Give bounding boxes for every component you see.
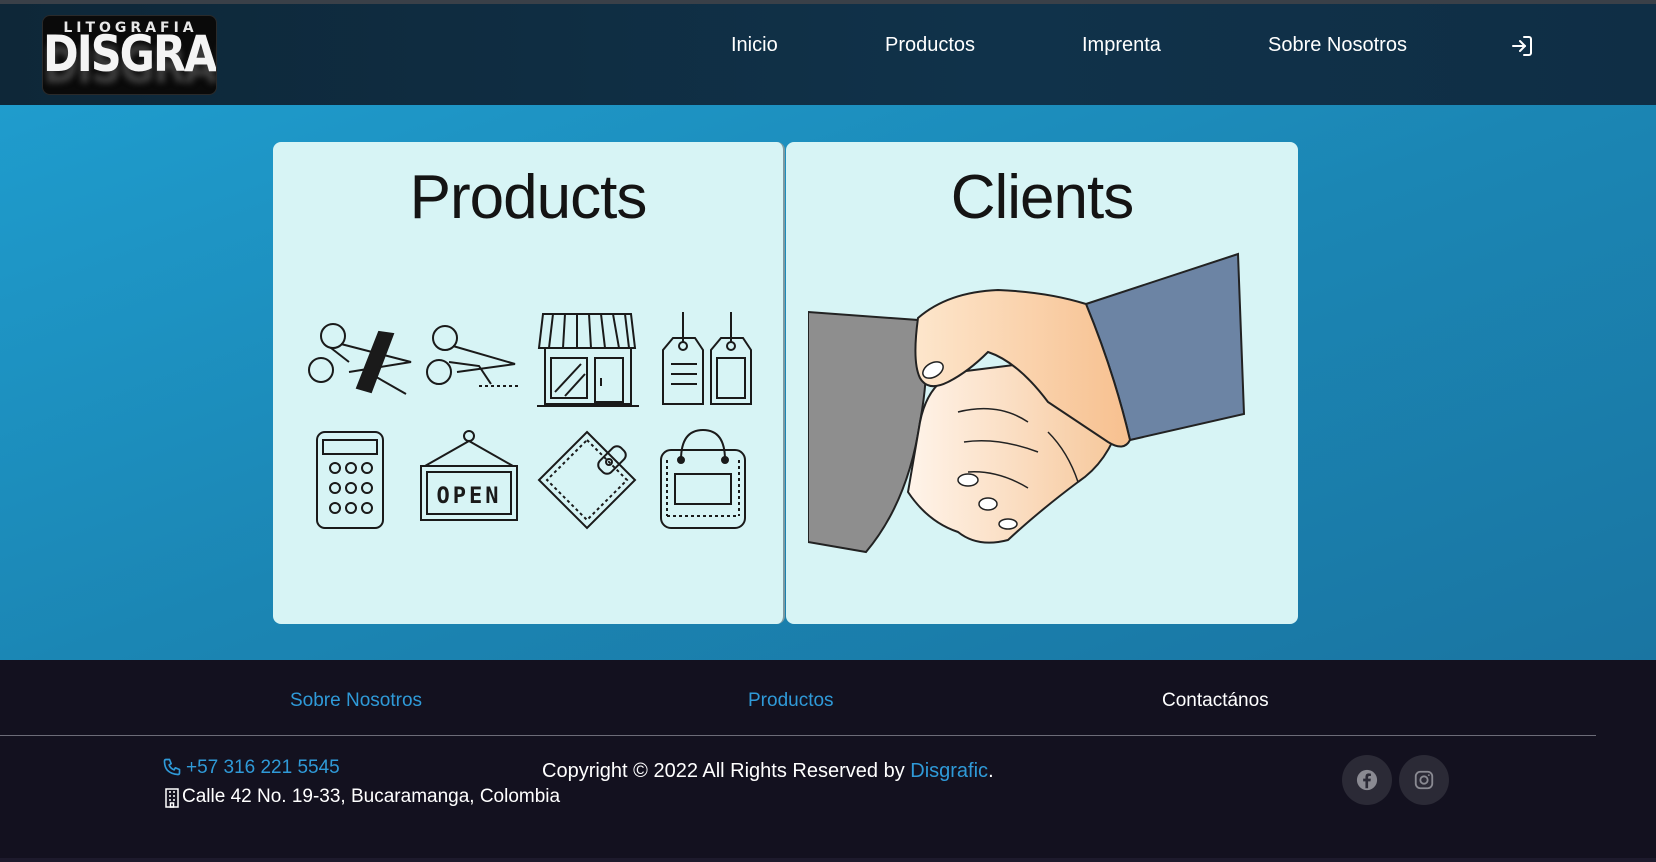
bottom-border bbox=[0, 858, 1656, 862]
facebook-icon bbox=[1356, 769, 1378, 791]
instagram-button[interactable] bbox=[1399, 755, 1449, 805]
sign-in-icon[interactable] bbox=[1510, 34, 1534, 58]
clients-card-title: Clients bbox=[950, 163, 1135, 232]
shopping-bag-icon bbox=[660, 428, 746, 529]
hero-section: Products OPEN Clients bbox=[0, 105, 1656, 660]
price-tags-icon bbox=[662, 312, 752, 405]
footer-link-contactanos[interactable]: Contactános bbox=[1162, 690, 1269, 712]
footer-link-productos[interactable]: Productos bbox=[748, 690, 834, 712]
nav-link-productos[interactable]: Productos bbox=[885, 34, 975, 57]
storefront-icon bbox=[537, 313, 639, 407]
open-sign-text: OPEN bbox=[437, 484, 502, 509]
wallet-icon bbox=[537, 430, 637, 530]
copyright-suffix: . bbox=[988, 760, 994, 782]
instagram-icon bbox=[1414, 770, 1434, 790]
open-sign-icon: OPEN bbox=[420, 430, 518, 521]
scissors-cut-icon bbox=[308, 323, 412, 395]
footer-address: Calle 42 No. 19-33, Bucaramanga, Colombi… bbox=[182, 786, 561, 807]
calculator-icon bbox=[316, 431, 384, 529]
nav-link-sobre-nosotros[interactable]: Sobre Nosotros bbox=[1268, 34, 1407, 57]
navbar: LITOGRAFIA DISGRAFIC Inicio Productos Im… bbox=[0, 4, 1656, 105]
facebook-button[interactable] bbox=[1342, 755, 1392, 805]
copyright-text: Copyright © 2022 All Rights Reserved by … bbox=[542, 760, 994, 783]
nav-link-imprenta[interactable]: Imprenta bbox=[1082, 34, 1161, 57]
footer-phone[interactable]: +57 316 221 5545 bbox=[186, 757, 340, 779]
logo-title: DISGRAFIC bbox=[43, 26, 216, 84]
footer: Sobre Nosotros Productos Contactános +57… bbox=[0, 660, 1656, 862]
scissors-dotted-icon bbox=[426, 325, 519, 387]
products-card[interactable]: Products OPEN bbox=[273, 142, 785, 624]
copyright-brand-link[interactable]: Disgrafic bbox=[910, 760, 988, 782]
building-icon bbox=[165, 788, 179, 808]
products-icon-grid: OPEN bbox=[308, 312, 752, 530]
brand-logo[interactable]: LITOGRAFIA DISGRAFIC bbox=[42, 15, 217, 95]
products-card-title: Products bbox=[409, 163, 648, 232]
handshake-illustration bbox=[808, 252, 1246, 554]
footer-divider bbox=[0, 735, 1596, 736]
clients-card[interactable]: Clients bbox=[786, 142, 1298, 624]
copyright-prefix: Copyright © 2022 All Rights Reserved by bbox=[542, 760, 911, 782]
phone-icon bbox=[163, 758, 181, 776]
footer-link-sobre-nosotros[interactable]: Sobre Nosotros bbox=[290, 690, 422, 712]
nav-link-inicio[interactable]: Inicio bbox=[731, 34, 778, 57]
